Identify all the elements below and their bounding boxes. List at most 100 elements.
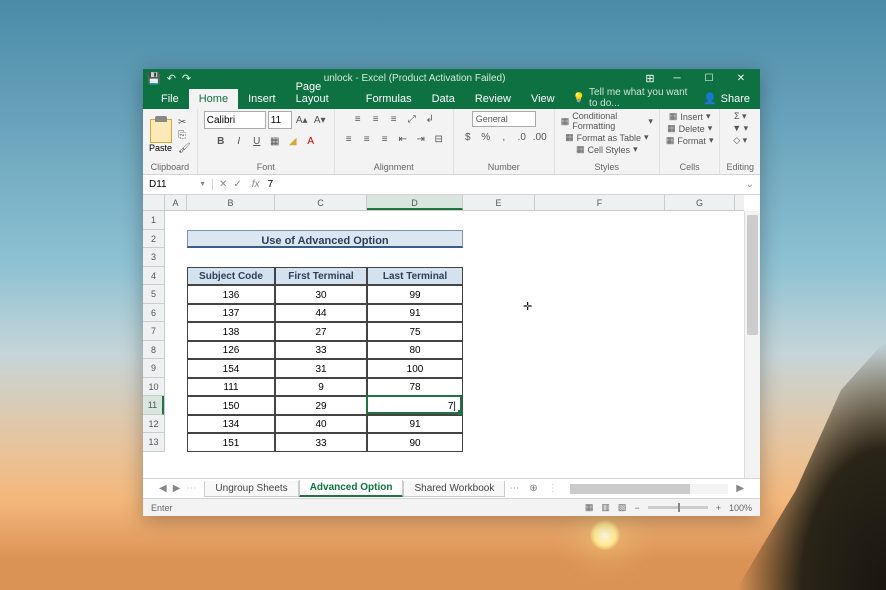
view-normal-icon[interactable]: ▦ (585, 502, 594, 513)
table-cell[interactable]: 138 (187, 322, 275, 341)
row-header-8[interactable]: 8 (143, 341, 164, 360)
number-format-select[interactable]: General (472, 111, 536, 127)
table-cell[interactable]: 111 (187, 378, 275, 397)
col-header-E[interactable]: E (463, 195, 535, 210)
row-header-2[interactable]: 2 (143, 230, 164, 249)
align-center-icon[interactable]: ≡ (359, 131, 375, 147)
increase-font-icon[interactable]: A▴ (294, 112, 310, 128)
table-cell[interactable]: 154 (187, 359, 275, 378)
table-cell[interactable]: 126 (187, 341, 275, 360)
zoom-out-icon[interactable]: − (634, 503, 639, 513)
undo-icon[interactable]: ↶ (167, 72, 176, 85)
table-cell[interactable]: 78 (367, 378, 463, 397)
table-cell[interactable]: 27 (275, 322, 367, 341)
underline-button[interactable]: U (249, 133, 265, 149)
add-sheet-button[interactable]: ⊕ (523, 483, 543, 494)
border-button[interactable]: ▦ (267, 133, 283, 149)
zoom-in-icon[interactable]: + (716, 503, 721, 513)
orientation-icon[interactable]: ⤢ (404, 111, 420, 127)
zoom-slider[interactable] (648, 506, 708, 509)
table-cell[interactable]: 91 (367, 304, 463, 323)
minimize-button[interactable]: ─ (662, 70, 692, 86)
tab-page-layout[interactable]: Page Layout (286, 77, 356, 109)
table-cell[interactable]: 99 (367, 285, 463, 304)
tab-formulas[interactable]: Formulas (356, 89, 422, 109)
fx-icon[interactable]: fx (248, 179, 264, 190)
row-header-11[interactable]: 11 (143, 396, 164, 415)
table-cell[interactable]: 134 (187, 415, 275, 434)
table-cell[interactable]: 9 (275, 378, 367, 397)
fill-color-button[interactable]: ◢ (285, 133, 301, 149)
percent-icon[interactable]: % (478, 129, 494, 145)
decrease-font-icon[interactable]: A▾ (312, 112, 328, 128)
table-cell[interactable]: 80 (367, 341, 463, 360)
tab-home[interactable]: Home (189, 89, 238, 109)
comma-icon[interactable]: , (496, 129, 512, 145)
row-header-4[interactable]: 4 (143, 267, 164, 286)
enter-formula-icon[interactable]: ✓ (233, 179, 241, 190)
row-header-7[interactable]: 7 (143, 322, 164, 341)
maximize-button[interactable]: ☐ (694, 70, 724, 86)
copy-icon[interactable]: ⎘ (178, 130, 191, 141)
row-header-10[interactable]: 10 (143, 378, 164, 397)
expand-formula-icon[interactable]: ⌄ (740, 179, 760, 190)
tab-file[interactable]: File (151, 89, 189, 109)
wrap-text-icon[interactable]: ↲ (422, 111, 438, 127)
table-cell[interactable]: 75 (367, 322, 463, 341)
name-box[interactable]: D11▼ (143, 179, 213, 190)
table-cell[interactable]: 31 (275, 359, 367, 378)
merge-icon[interactable]: ⊟ (431, 131, 447, 147)
align-top-icon[interactable]: ≡ (350, 111, 366, 127)
table-cell[interactable]: 137 (187, 304, 275, 323)
row-header-12[interactable]: 12 (143, 415, 164, 434)
table-cell[interactable]: 33 (275, 341, 367, 360)
format-cells-button[interactable]: ▦ Format ▾ (666, 135, 714, 146)
sheet-nav-prev-icon[interactable]: ◀ (159, 483, 167, 494)
clear-button[interactable]: ◇ ▾ (733, 135, 747, 146)
col-header-G[interactable]: G (665, 195, 735, 210)
cut-icon[interactable]: ✂ (178, 117, 191, 128)
table-cell[interactable]: 29 (275, 396, 367, 415)
tab-insert[interactable]: Insert (238, 89, 286, 109)
align-right-icon[interactable]: ≡ (377, 131, 393, 147)
zoom-level[interactable]: 100% (729, 503, 752, 513)
col-header-B[interactable]: B (187, 195, 275, 210)
sheet-tab-shared[interactable]: Shared Workbook (403, 481, 505, 497)
cell-styles-button[interactable]: ▦ Cell Styles ▾ (576, 144, 638, 155)
tab-view[interactable]: View (521, 89, 565, 109)
close-button[interactable]: ✕ (726, 70, 756, 86)
view-break-icon[interactable]: ▧ (618, 502, 627, 513)
tell-me[interactable]: 💡 Tell me what you want to do... (573, 87, 693, 109)
align-middle-icon[interactable]: ≡ (368, 111, 384, 127)
table-cell[interactable]: 7| (367, 396, 463, 415)
table-cell[interactable]: 44 (275, 304, 367, 323)
font-size-select[interactable] (268, 111, 292, 129)
row-header-6[interactable]: 6 (143, 304, 164, 323)
sheet-tab-advanced[interactable]: Advanced Option (299, 480, 404, 497)
table-cell[interactable]: 136 (187, 285, 275, 304)
table-cell[interactable]: 150 (187, 396, 275, 415)
formula-bar[interactable]: 7 (264, 179, 740, 190)
delete-cells-button[interactable]: ▦ Delete ▾ (667, 123, 712, 134)
align-left-icon[interactable]: ≡ (341, 131, 357, 147)
align-bottom-icon[interactable]: ≡ (386, 111, 402, 127)
insert-cells-button[interactable]: ▦ Insert ▾ (669, 111, 711, 122)
vertical-scrollbar[interactable] (744, 211, 760, 478)
row-header-13[interactable]: 13 (143, 433, 164, 452)
autosum-button[interactable]: Σ ▾ (734, 111, 747, 122)
redo-icon[interactable]: ↷ (182, 72, 191, 85)
increase-decimal-icon[interactable]: .0 (514, 129, 530, 145)
indent-dec-icon[interactable]: ⇤ (395, 131, 411, 147)
select-all-corner[interactable] (143, 195, 165, 211)
row-header-9[interactable]: 9 (143, 359, 164, 378)
row-header-5[interactable]: 5 (143, 285, 164, 304)
fill-button[interactable]: ▼ ▾ (732, 123, 748, 134)
table-cell[interactable]: 33 (275, 433, 367, 452)
view-page-icon[interactable]: ▥ (601, 502, 610, 513)
table-cell[interactable]: 30 (275, 285, 367, 304)
table-cell[interactable]: 91 (367, 415, 463, 434)
currency-icon[interactable]: $ (460, 129, 476, 145)
paste-button[interactable]: Paste (149, 119, 172, 153)
table-cell[interactable]: 90 (367, 433, 463, 452)
horizontal-scrollbar[interactable] (570, 484, 729, 494)
